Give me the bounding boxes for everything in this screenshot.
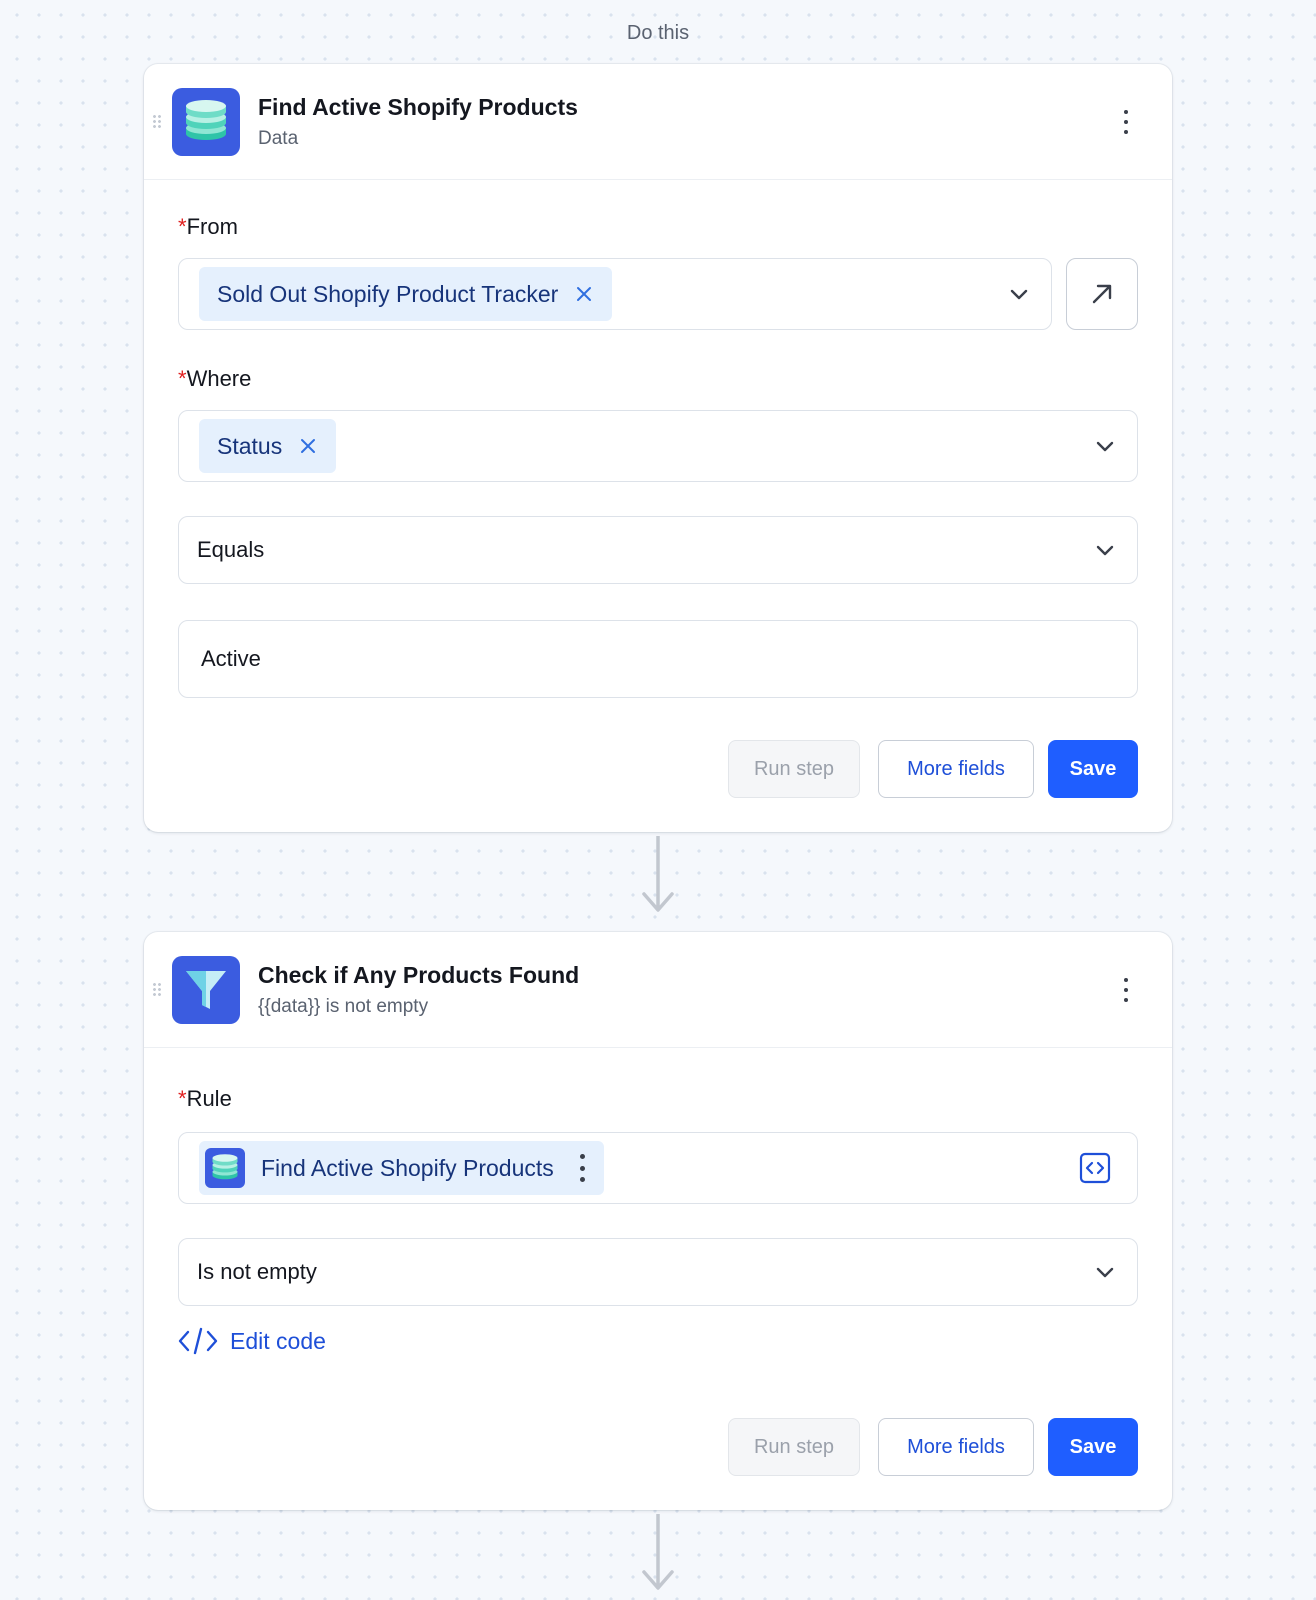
- condition-select[interactable]: Is not empty: [178, 1238, 1138, 1306]
- external-link-icon: [1092, 284, 1112, 304]
- open-table-button[interactable]: [1066, 258, 1138, 330]
- database-icon: [172, 88, 240, 156]
- where-chip: Status: [199, 419, 337, 473]
- connector-arrow-icon: [642, 836, 674, 912]
- step-title: Find Active Shopify Products: [258, 94, 578, 120]
- from-chip: Sold Out Shopify Product Tracker: [199, 267, 613, 321]
- step-subtitle: Data: [258, 128, 299, 149]
- chevron-down-icon[interactable]: [1007, 282, 1031, 306]
- from-label: *From: [178, 214, 238, 239]
- where-field-select[interactable]: Status: [178, 410, 1138, 482]
- where-label: *Where: [178, 366, 252, 391]
- step-header[interactable]: Find Active Shopify Products Data: [144, 64, 1172, 180]
- step-card-check-products: Check if Any Products Found {{data}} is …: [144, 932, 1172, 1510]
- step-subtitle: {{data}} is not empty: [258, 996, 429, 1017]
- section-label: Do this: [626, 22, 690, 44]
- rule-input[interactable]: Find Active Shopify Products: [178, 1132, 1138, 1204]
- more-fields-button[interactable]: More fields: [878, 1418, 1034, 1476]
- more-options-icon[interactable]: [1116, 108, 1136, 136]
- operator-select[interactable]: Equals: [178, 516, 1138, 584]
- step-header[interactable]: Check if Any Products Found {{data}} is …: [144, 932, 1172, 1048]
- chevron-down-icon[interactable]: [1093, 1260, 1117, 1284]
- code-icon: [178, 1327, 218, 1355]
- chevron-down-icon[interactable]: [1093, 538, 1117, 562]
- step-card-find-products: Find Active Shopify Products Data *From …: [144, 64, 1172, 832]
- remove-chip-icon[interactable]: [298, 436, 318, 456]
- more-options-icon[interactable]: [1116, 976, 1136, 1004]
- chip-options-icon[interactable]: [580, 1154, 586, 1182]
- chevron-down-icon[interactable]: [1093, 434, 1117, 458]
- value-input[interactable]: Active: [178, 620, 1138, 698]
- save-button[interactable]: Save: [1048, 1418, 1138, 1476]
- drag-handle-icon[interactable]: [152, 982, 162, 998]
- rule-chip[interactable]: Find Active Shopify Products: [199, 1141, 604, 1195]
- run-step-button[interactable]: Run step: [728, 1418, 860, 1476]
- save-button[interactable]: Save: [1048, 740, 1138, 798]
- filter-icon: [172, 956, 240, 1024]
- run-step-button[interactable]: Run step: [728, 740, 860, 798]
- database-icon: [205, 1148, 245, 1188]
- more-fields-button[interactable]: More fields: [878, 740, 1034, 798]
- connector-arrow-icon: [642, 1514, 674, 1590]
- rule-label: *Rule: [178, 1086, 232, 1111]
- drag-handle-icon[interactable]: [152, 114, 162, 130]
- step-title: Check if Any Products Found: [258, 962, 580, 988]
- edit-code-link[interactable]: Edit code: [178, 1326, 326, 1356]
- code-toggle-icon[interactable]: [1079, 1152, 1111, 1184]
- remove-chip-icon[interactable]: [574, 284, 594, 304]
- from-select[interactable]: Sold Out Shopify Product Tracker: [178, 258, 1052, 330]
